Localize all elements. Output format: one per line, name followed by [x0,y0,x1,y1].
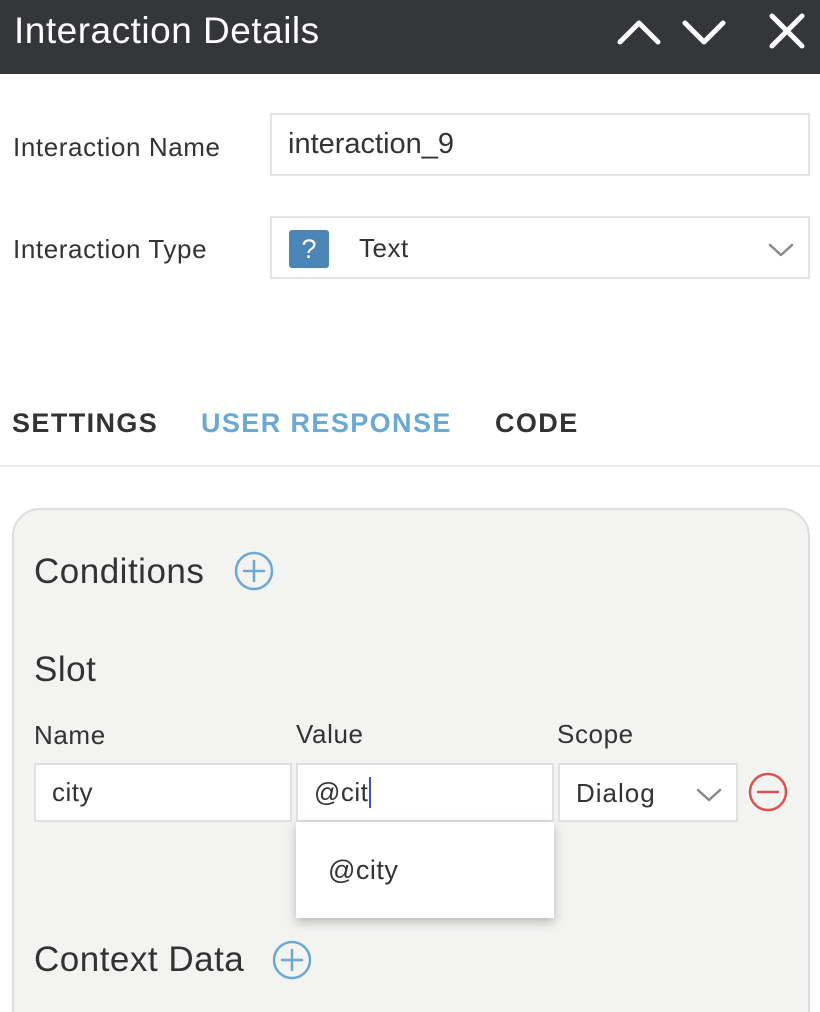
slot-value-label: Value [296,719,364,749]
remove-slot-minus-icon[interactable] [747,771,789,813]
slot-title: Slot [34,650,97,689]
interaction-name-label: Interaction Name [13,132,221,162]
slot-scope-value: Dialog [576,778,656,808]
interaction-name-input[interactable] [270,113,810,176]
tab-bar: SETTINGS USER RESPONSE CODE [0,405,820,467]
close-button[interactable] [764,10,810,54]
text-cursor [369,777,371,808]
chevron-down-icon [696,788,722,802]
tab-code[interactable]: CODE [495,408,579,439]
chevron-down-icon [768,243,794,257]
chevron-up-icon [617,20,661,45]
panel-title: Interaction Details [14,10,320,51]
add-condition-plus-icon[interactable] [233,550,275,592]
autocomplete-dropdown: @city [296,822,554,918]
question-mark-icon: ? [289,230,329,268]
interaction-type-value: Text [359,233,409,263]
next-button[interactable] [679,10,729,54]
slot-name-label: Name [34,720,106,750]
add-context-data-plus-icon[interactable] [271,939,313,981]
slot-scope-select[interactable]: Dialog [558,763,738,822]
close-icon [769,13,805,49]
slot-name-input[interactable] [34,763,292,822]
autocomplete-option[interactable]: @city [328,855,398,886]
chevron-down-icon [682,20,726,45]
context-data-title: Context Data [34,940,245,979]
tab-settings[interactable]: SETTINGS [12,408,158,439]
conditions-title: Conditions [34,552,205,591]
slot-scope-label: Scope [557,719,634,749]
interaction-type-select[interactable]: ? Text [270,216,810,279]
panel-header: Interaction Details [0,0,820,74]
slot-value-input[interactable] [296,763,554,822]
previous-button[interactable] [614,10,664,54]
interaction-type-label: Interaction Type [13,234,208,264]
tab-user-response[interactable]: USER RESPONSE [201,408,452,439]
